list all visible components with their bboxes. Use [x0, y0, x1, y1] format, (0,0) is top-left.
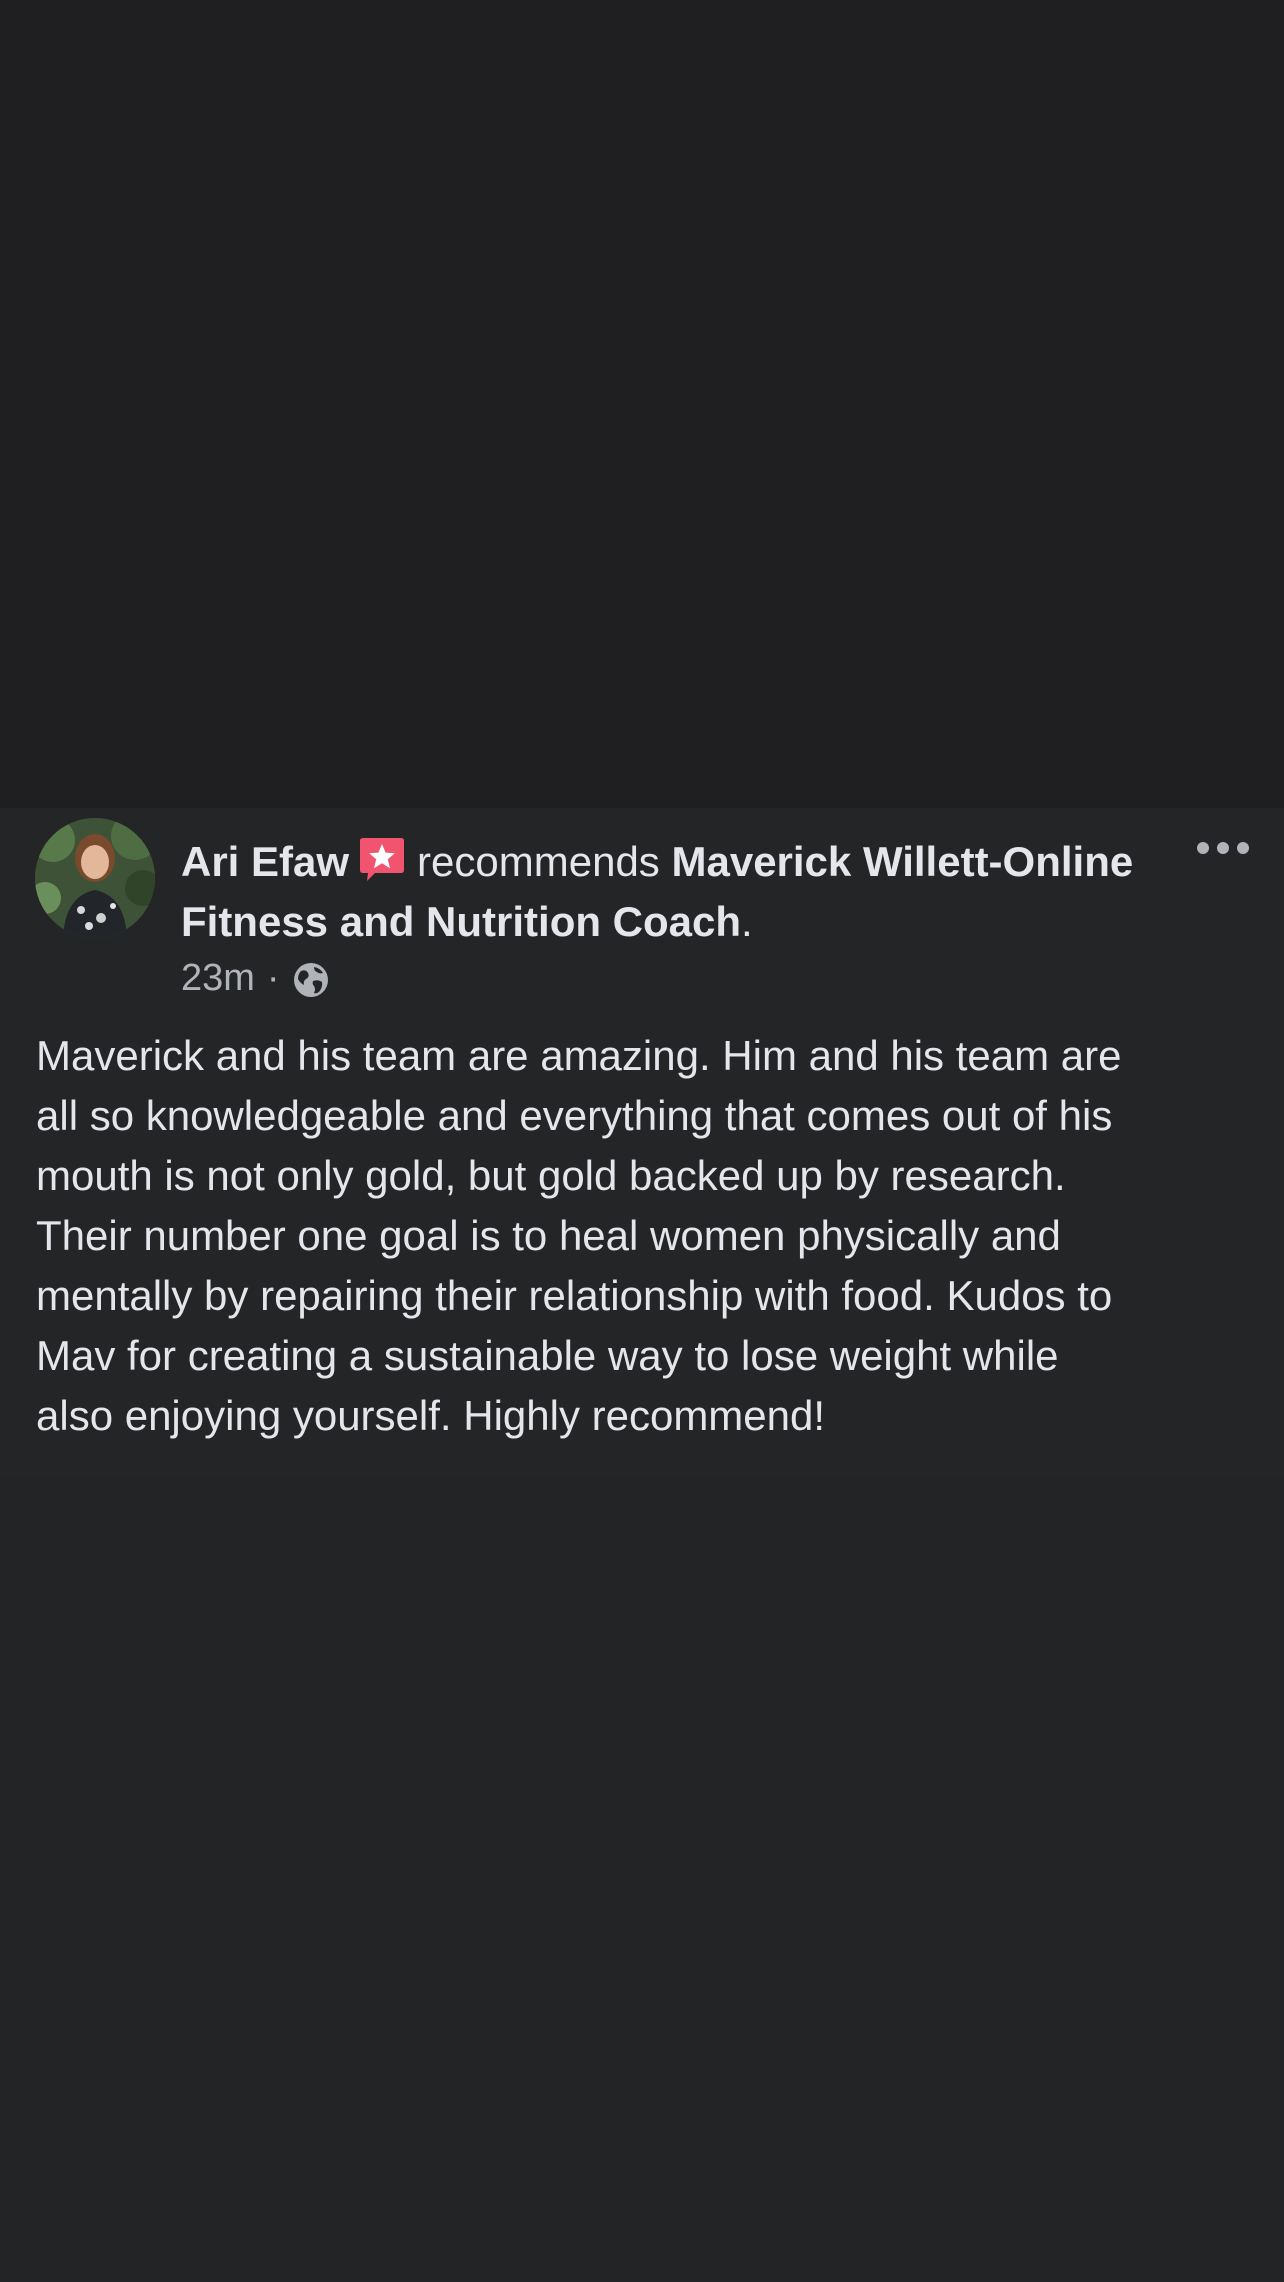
meta-separator: ·: [266, 957, 280, 999]
timestamp[interactable]: 23m: [181, 950, 255, 1006]
post-body-line: all so knowledgeable and everything that…: [36, 1092, 1113, 1139]
empty-top-area: [0, 0, 1284, 808]
more-options-icon[interactable]: [1195, 835, 1251, 861]
post-body-line: Their number one goal is to heal women p…: [36, 1212, 1061, 1259]
post-body-line: Mav for creating a sustainable way to lo…: [36, 1332, 1059, 1379]
avatar[interactable]: [35, 818, 155, 938]
globe-icon[interactable]: [292, 959, 330, 997]
post-body-line: Maverick and his team are amazing. Him a…: [36, 1032, 1122, 1079]
post-body: Maverick and his team are amazing. Him a…: [36, 1026, 1256, 1446]
author-name[interactable]: Ari Efaw: [181, 838, 349, 885]
post-header: Ari Efaw recommends Maverick Willett-Onli…: [181, 832, 1161, 952]
empty-bottom-area: [0, 1478, 1284, 2282]
post-body-line: mouth is not only gold, but gold backed …: [36, 1152, 1066, 1199]
post-body-line: mentally by repairing their relationship…: [36, 1272, 1113, 1319]
post-meta: 23m ·: [181, 950, 330, 1006]
end-punctuation: .: [741, 898, 753, 945]
recommendation-star-icon: [357, 834, 407, 884]
post-body-line: also enjoying yourself. Highly recommend…: [36, 1392, 826, 1439]
recommends-verb: recommends: [417, 838, 660, 885]
